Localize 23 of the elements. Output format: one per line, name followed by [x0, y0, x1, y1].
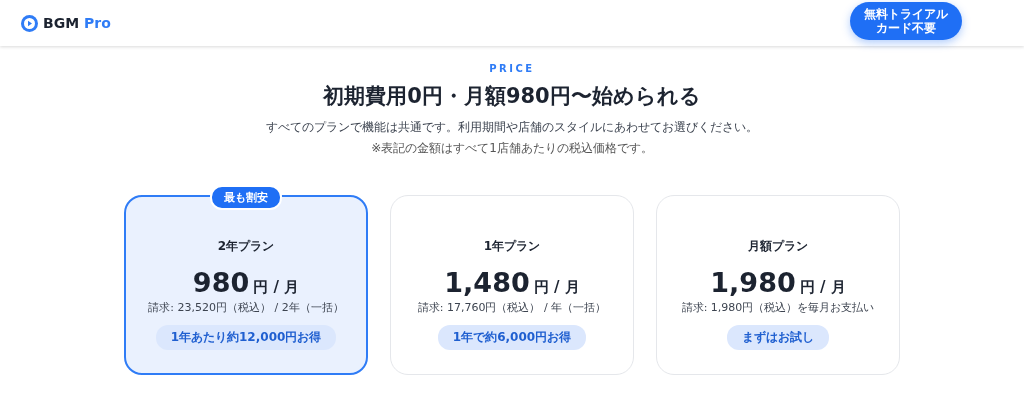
section-title: 初期費用0円・月額980円〜始められる: [323, 83, 701, 110]
billing-text: 請求: 1,980円（税込）を毎月お支払い: [681, 300, 875, 315]
section-eyebrow: PRICE: [489, 63, 535, 74]
savings-pill: 1年で約6,000円お得: [437, 325, 587, 350]
price-unit: 円 / 月: [253, 278, 300, 297]
plan-price: 980: [192, 267, 250, 298]
free-trial-button[interactable]: 無料トライアル カード不要: [850, 2, 962, 40]
billing-text: 請求: 17,760円（税込） / 年（一括）: [417, 300, 607, 315]
plan-name: 月額プラン: [748, 238, 808, 255]
plan-name: 1年プラン: [483, 238, 541, 255]
savings-pill: まずはお試し: [727, 325, 829, 350]
price-unit: 円 / 月: [533, 278, 580, 297]
plan-badge: 最も割安: [210, 185, 282, 210]
plan-price: 1,980: [710, 267, 796, 298]
price-unit: 円 / 月: [799, 278, 846, 297]
section-lead: すべてのプランで機能は共通です。利用期間や店舗のスタイルにあわせてお選びください。: [266, 119, 758, 136]
billing-text: 請求: 23,520円（税込） / 2年（一括）: [148, 300, 344, 315]
plan-name: 2年プラン: [217, 238, 275, 255]
play-icon: [21, 14, 38, 32]
logo-text[interactable]: BGM Pro: [43, 15, 111, 31]
price-note: ※表記の金額はすべて1店舗あたりの税込価格です。: [371, 140, 653, 157]
savings-pill: 1年あたり約12,000円お得: [155, 325, 337, 350]
plan-price: 1,480: [444, 267, 530, 298]
